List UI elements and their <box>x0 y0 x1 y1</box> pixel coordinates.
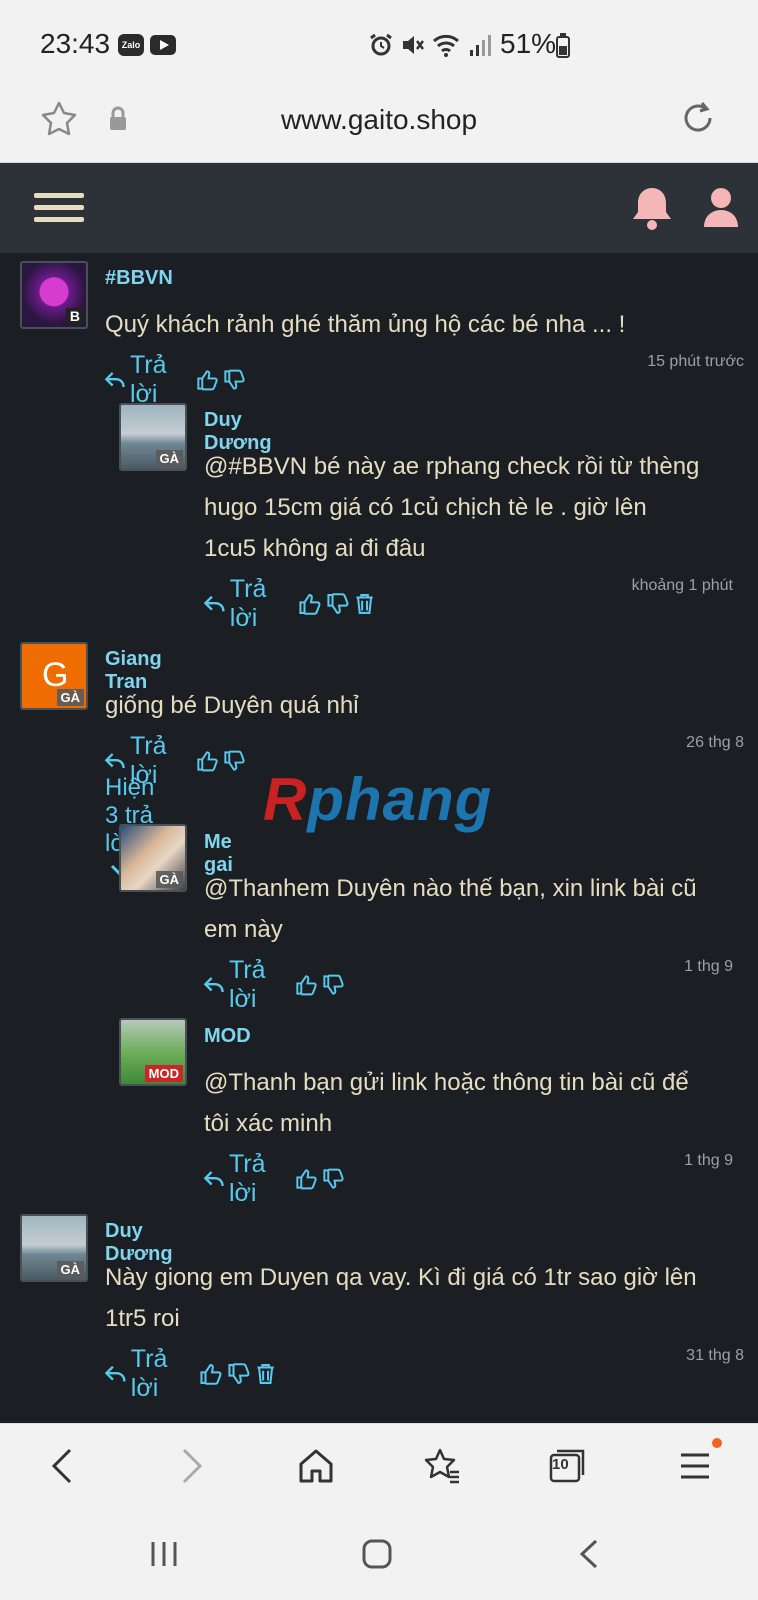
comment-text: @#BBVN bé này ae rphang check rồi từ thè… <box>204 453 700 562</box>
status-time: 23:43 <box>40 28 111 59</box>
battery-icon <box>556 33 570 58</box>
home-icon[interactable] <box>298 1446 334 1486</box>
thumbs-up-icon[interactable] <box>196 366 220 394</box>
avatar[interactable]: GÀ <box>119 824 187 892</box>
reply-button[interactable]: Trả lời <box>131 1345 189 1403</box>
comment-actions: Trả lời <box>203 1150 346 1208</box>
comments-list: B #BBVN Quý khách rảnh ghé thăm ủng hộ c… <box>0 253 758 1423</box>
comment-actions: Trả lời <box>203 575 376 633</box>
rphang-watermark: Rphang <box>263 766 493 833</box>
youtube-icon <box>150 35 176 55</box>
thumbs-up-icon[interactable] <box>199 1360 223 1388</box>
comment-text: @Thanhem Duyên nào thế bạn, xin link bài… <box>204 875 697 943</box>
reply-button[interactable]: Trả lời <box>229 956 285 1014</box>
comment-text: giống bé Duyên quá nhỉ <box>105 692 359 719</box>
home-button-icon[interactable] <box>360 1537 394 1571</box>
thumbs-down-icon[interactable] <box>322 971 346 999</box>
comment-actions: Trả lời <box>203 956 346 1014</box>
zalo-icon: Zalo <box>118 34 144 56</box>
reply-button[interactable]: Trả lời <box>130 351 186 409</box>
comment-time: 1 thg 9 <box>684 958 733 975</box>
comment-text: Quý khách rảnh ghé thăm ủng hộ các bé nh… <box>105 311 626 338</box>
comment-time: 26 thg 8 <box>686 734 744 751</box>
status-bar: 23:43 Zalo 51% <box>0 0 758 90</box>
rank-badge: GÀ <box>155 450 183 467</box>
delete-icon[interactable] <box>255 1360 276 1388</box>
comment-time: 31 thg 8 <box>686 1347 744 1364</box>
reply-icon[interactable] <box>203 973 225 997</box>
rank-badge: MOD <box>144 1065 183 1082</box>
reply-icon[interactable] <box>104 749 126 773</box>
reply-icon[interactable] <box>203 1167 225 1191</box>
back-icon[interactable] <box>48 1446 78 1486</box>
comment-time: 15 phút trước <box>647 353 744 370</box>
recent-apps-icon[interactable] <box>148 1537 180 1571</box>
menu-lines-icon[interactable] <box>678 1446 712 1486</box>
forward-icon[interactable] <box>176 1446 206 1486</box>
browser-toolbar: 10 <box>0 1423 758 1513</box>
comment-text: @Thanh bạn gửi link hoặc thông tin bài c… <box>204 1069 689 1137</box>
thumbs-up-icon[interactable] <box>295 1165 319 1193</box>
thumbs-down-icon[interactable] <box>223 747 247 775</box>
comment-text: Này giong em Duyen qa vay. Kì đi giá có … <box>105 1264 697 1332</box>
comment-time: khoảng 1 phút <box>631 577 733 594</box>
thumbs-down-icon[interactable] <box>227 1360 251 1388</box>
thumbs-down-icon[interactable] <box>223 366 247 394</box>
comment-actions: Trả lời <box>104 351 247 409</box>
thumbs-down-icon[interactable] <box>322 1165 346 1193</box>
notification-dot <box>712 1438 722 1448</box>
reply-icon[interactable] <box>203 592 226 616</box>
avatar[interactable]: GÀ <box>119 403 187 471</box>
reply-icon[interactable] <box>104 1362 127 1386</box>
battery-percent: 51% <box>500 28 557 59</box>
reply-icon[interactable] <box>104 368 126 392</box>
rank-badge: GÀ <box>155 871 183 888</box>
bell-icon[interactable] <box>630 185 674 231</box>
comment-time: 1 thg 9 <box>684 1152 733 1169</box>
wifi-icon <box>433 34 459 57</box>
tab-count: 10 <box>552 1456 569 1473</box>
thumbs-up-icon[interactable] <box>295 971 319 999</box>
site-header <box>0 163 758 253</box>
comment-username[interactable]: MOD <box>204 1025 251 1048</box>
mute-icon <box>403 36 424 54</box>
avatar[interactable]: GÀ <box>20 1214 88 1282</box>
rank-badge: GÀ <box>56 1261 84 1278</box>
bookmarks-icon[interactable] <box>422 1446 462 1486</box>
reload-icon[interactable] <box>680 100 716 136</box>
delete-icon[interactable] <box>354 590 375 618</box>
rank-badge: GÀ <box>56 689 84 706</box>
reply-button[interactable]: Trả lời <box>229 1150 285 1208</box>
comment-username[interactable]: #BBVN <box>105 267 173 290</box>
signal-icon <box>470 35 491 56</box>
user-icon[interactable] <box>702 187 740 229</box>
system-back-icon[interactable] <box>576 1537 602 1571</box>
menu-icon[interactable] <box>34 193 84 227</box>
comment-actions: Trả lời <box>104 1345 277 1403</box>
alarm-icon <box>370 33 392 56</box>
avatar[interactable]: B <box>20 261 88 329</box>
browser-url-bar: www.gaito.shop <box>0 90 758 163</box>
url-text[interactable]: www.gaito.shop <box>0 104 758 136</box>
avatar[interactable]: G GÀ <box>20 642 88 710</box>
avatar[interactable]: MOD <box>119 1018 187 1086</box>
reply-button[interactable]: Trả lời <box>230 575 288 633</box>
system-navigation <box>0 1513 758 1600</box>
thumbs-up-icon[interactable] <box>196 747 220 775</box>
thumbs-up-icon[interactable] <box>298 590 322 618</box>
thumbs-down-icon[interactable] <box>326 590 350 618</box>
tabs-button[interactable]: 10 <box>548 1446 588 1486</box>
